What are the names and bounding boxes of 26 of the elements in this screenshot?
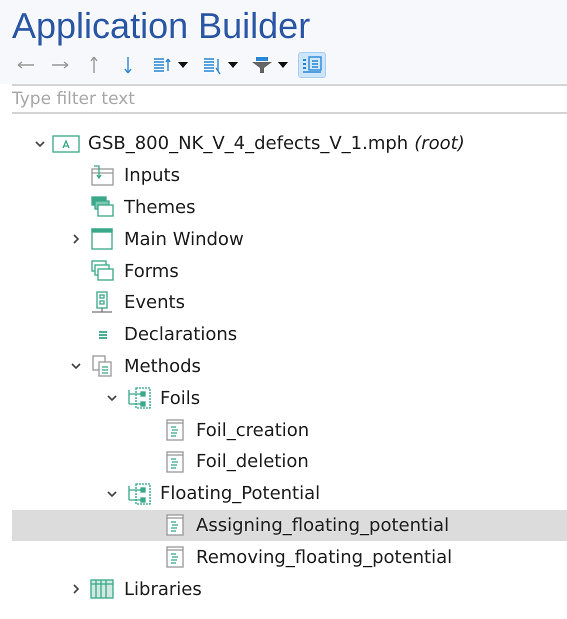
tree-item[interactable]: Main Window xyxy=(12,223,567,256)
caret-icon[interactable] xyxy=(177,61,189,69)
libraries-icon xyxy=(88,577,116,602)
caret-icon[interactable] xyxy=(227,61,239,69)
lines-icon xyxy=(98,330,108,339)
panel-title: Application Builder xyxy=(12,4,312,48)
detail-view-icon xyxy=(301,55,323,75)
tree-item[interactable]: Foils xyxy=(12,382,567,414)
filter-field[interactable]: Type filter text xyxy=(12,84,567,114)
tree-item[interactable]: Inputs xyxy=(12,160,567,192)
tree-item[interactable]: GSB_800_NK_V_4_defects_V_1.mph (root) xyxy=(12,128,567,160)
tree-item[interactable]: Removing_floating_potential xyxy=(12,541,567,574)
tree-item[interactable]: Foil_deletion xyxy=(12,446,567,478)
filter-icon xyxy=(251,55,273,75)
tree-item[interactable]: Floating_Potential xyxy=(12,478,567,510)
root-note: (root) xyxy=(414,133,465,154)
detail-view-button[interactable] xyxy=(298,52,326,78)
tree-item[interactable]: Themes xyxy=(12,192,567,224)
tree-item[interactable]: Methods xyxy=(12,350,567,382)
caret-icon[interactable] xyxy=(277,61,289,69)
tree-item[interactable]: Foil_creation xyxy=(12,414,567,446)
tree-item[interactable]: Assigning_floating_potential xyxy=(12,510,567,542)
tree-item[interactable]: Declarations xyxy=(12,318,567,351)
tree-item[interactable]: Forms xyxy=(12,255,567,287)
tree-item[interactable]: Events xyxy=(12,286,567,319)
tree-item[interactable]: Libraries xyxy=(12,573,567,605)
